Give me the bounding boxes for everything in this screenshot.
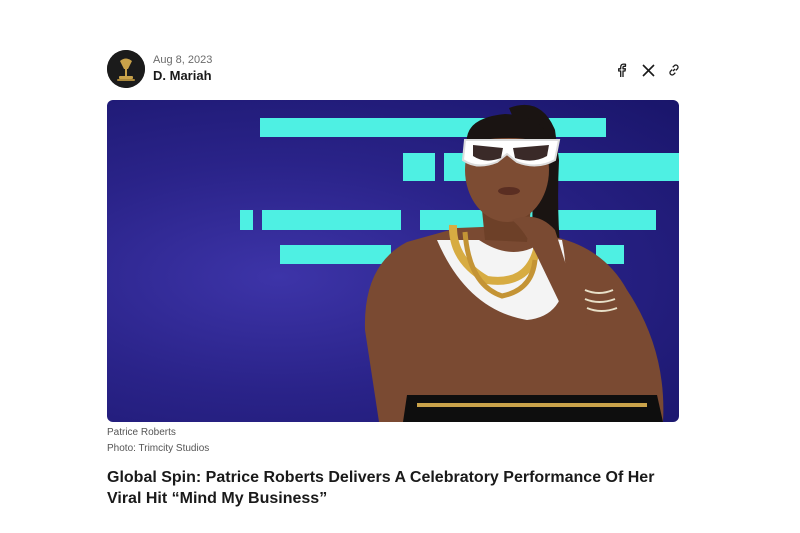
caption-subject: Patrice Roberts [107, 427, 176, 438]
author-byline: Aug 8, 2023 D. Mariah [107, 49, 212, 89]
x-icon[interactable] [640, 62, 656, 78]
hero-image[interactable] [107, 100, 679, 422]
byline-meta: Aug 8, 2023 D. Mariah [153, 53, 212, 85]
article-title[interactable]: Global Spin: Patrice Roberts Delivers A … [107, 467, 687, 509]
author-avatar[interactable] [107, 50, 145, 88]
share-links [614, 60, 682, 80]
facebook-icon[interactable] [614, 62, 630, 78]
caption-credit: Photo: Trimcity Studios [107, 443, 210, 454]
link-icon[interactable] [666, 62, 682, 78]
performer-photo [364, 104, 664, 422]
author-name[interactable]: D. Mariah [153, 67, 212, 85]
image-caption: Patrice Roberts Photo: Trimcity Studios [107, 425, 209, 457]
grammy-gramophone-icon [107, 50, 145, 88]
publish-date: Aug 8, 2023 [153, 54, 213, 66]
